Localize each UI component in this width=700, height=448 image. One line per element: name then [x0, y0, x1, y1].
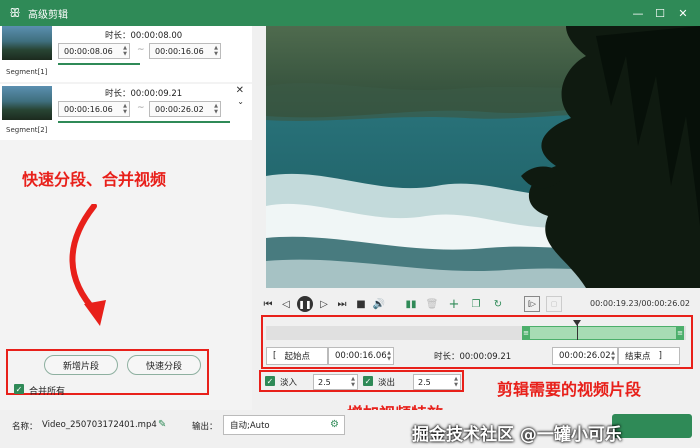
fade-out-input[interactable]: 2.5 ▲ ▼	[413, 374, 461, 390]
output-label: 输出：	[192, 422, 218, 432]
range-end-time-input[interactable]: 00:00:26.02 ▲ ▼	[552, 347, 618, 365]
copy-icon[interactable]: ❐	[470, 296, 482, 312]
fade-in-input[interactable]: 2.5 ▲ ▼	[313, 374, 358, 390]
annotation-right: 剪辑需要的视频片段	[497, 380, 642, 399]
spinner-icon[interactable]: ▲ ▼	[123, 103, 127, 115]
remove-segment-icon[interactable]: ✕	[236, 85, 244, 96]
segment-end-time-input[interactable]: 00:00:16.06 ▲ ▼	[149, 43, 221, 59]
skip-to-start-icon[interactable]: ⏮	[262, 296, 274, 312]
step-back-icon[interactable]: ◁	[280, 296, 292, 312]
fade-out-checkbox[interactable]: ✓	[363, 376, 373, 386]
step-forward-icon[interactable]: ▷	[318, 296, 330, 312]
merge-all-checkbox[interactable]: ✓	[14, 384, 24, 394]
segment-duration: 时长：00:00:08.00	[105, 31, 183, 41]
minimize-icon[interactable]: —	[630, 5, 646, 21]
segment-item[interactable]: Segment[2] 时长：00:00:09.21 00:00:16.06 ▲ ▼ …	[0, 84, 252, 140]
range-separator: ~	[137, 45, 145, 55]
range-separator: ~	[137, 103, 145, 113]
pause-icon[interactable]: ❚❚	[297, 296, 313, 312]
spinner-icon[interactable]: ▲ ▼	[387, 350, 391, 362]
set-end-button[interactable]: 结束点 ]	[618, 347, 680, 365]
merge-all-label: 合并所有	[29, 387, 66, 397]
quick-split-button[interactable]: 快速分段	[127, 355, 201, 375]
spinner-icon[interactable]: ▲ ▼	[123, 45, 127, 57]
set-start-button[interactable]: [ 起始点	[266, 347, 328, 365]
chevron-down-icon[interactable]: ⌄	[237, 97, 244, 106]
export-button[interactable]	[612, 414, 692, 438]
segment-thumbnail	[2, 86, 52, 120]
annotation-left: 快速分段、合并视频	[22, 170, 167, 189]
range-controls: [ 起始点 00:00:16.06 ▲ ▼ 时长：00:00:09.21 00:00…	[266, 347, 680, 365]
timeline-selection[interactable]	[522, 326, 684, 340]
title-bar: ꕥ 高级剪辑 — ☐ ✕	[0, 0, 700, 26]
playback-time: 00:00:19.23/00:00:26.02	[590, 299, 691, 308]
timeline-end-handle[interactable]: ≡	[676, 326, 684, 340]
segment-label: Segment[2]	[6, 126, 48, 134]
spinner-icon[interactable]: ▲ ▼	[214, 103, 218, 115]
segment-progress-bar	[58, 121, 230, 123]
stop-icon[interactable]: ■	[355, 296, 367, 312]
split-icon[interactable]: ▮▮	[404, 296, 418, 312]
spinner-icon[interactable]: ▲ ▼	[214, 45, 218, 57]
spinner-icon[interactable]: ▲ ▼	[351, 376, 355, 388]
segment-thumbnail	[2, 26, 52, 60]
delete-icon[interactable]: 🗑	[426, 296, 439, 312]
app-logo-icon: ꕥ	[9, 5, 21, 20]
segment-duration: 时长：00:00:09.21	[105, 89, 183, 99]
output-path-input[interactable]: 自动;Auto ⚙	[223, 415, 345, 435]
fade-in-label: 淡入	[280, 378, 298, 388]
edit-icon[interactable]: ✎	[158, 419, 166, 430]
add-segment-button[interactable]: 新增片段	[44, 355, 118, 375]
segment-end-time-input[interactable]: 00:00:26.02 ▲ ▼	[149, 101, 221, 117]
watermark: 掘金技术社区 @一罐小可乐	[412, 425, 622, 445]
spinner-icon[interactable]: ▲ ▼	[611, 350, 615, 362]
maximize-icon[interactable]: ☐	[652, 5, 668, 21]
reset-icon[interactable]: ↻	[492, 296, 504, 312]
fade-out-label: 淡出	[378, 378, 396, 388]
mark-out-icon[interactable]: ▢	[546, 296, 562, 312]
timeline-track[interactable]: ≡ ≡	[266, 320, 686, 340]
annotation-arrow-icon	[69, 204, 106, 326]
spinner-icon[interactable]: ▲ ▼	[454, 376, 458, 388]
add-icon[interactable]: +	[448, 296, 460, 312]
range-start-time-input[interactable]: 00:00:16.06 ▲ ▼	[328, 347, 394, 365]
skip-to-end-icon[interactable]: ⏭	[336, 296, 348, 312]
volume-icon[interactable]: 🔊	[372, 296, 386, 312]
segment-progress-bar	[58, 63, 140, 65]
timeline-playhead[interactable]	[573, 320, 581, 340]
segment-start-time-input[interactable]: 00:00:08.06 ▲ ▼	[58, 43, 130, 59]
segment-label: Segment[1]	[6, 68, 48, 76]
fade-in-checkbox[interactable]: ✓	[265, 376, 275, 386]
segment-start-time-input[interactable]: 00:00:16.06 ▲ ▼	[58, 101, 130, 117]
mark-in-icon[interactable]: [▷	[524, 296, 540, 312]
video-preview[interactable]	[266, 26, 700, 288]
timeline-start-handle[interactable]: ≡	[522, 326, 530, 340]
window-title: 高级剪辑	[28, 9, 68, 21]
close-window-icon[interactable]: ✕	[675, 5, 691, 21]
name-label: 名称：	[12, 422, 38, 432]
segment-item[interactable]: Segment[1] 时长：00:00:08.00 00:00:08.06 ▲ ▼ …	[0, 26, 252, 82]
gear-icon[interactable]: ⚙	[330, 419, 339, 430]
range-duration: 时长：00:00:09.21	[434, 352, 512, 362]
file-name-field[interactable]: Video_250703172401.mp4	[42, 420, 157, 430]
